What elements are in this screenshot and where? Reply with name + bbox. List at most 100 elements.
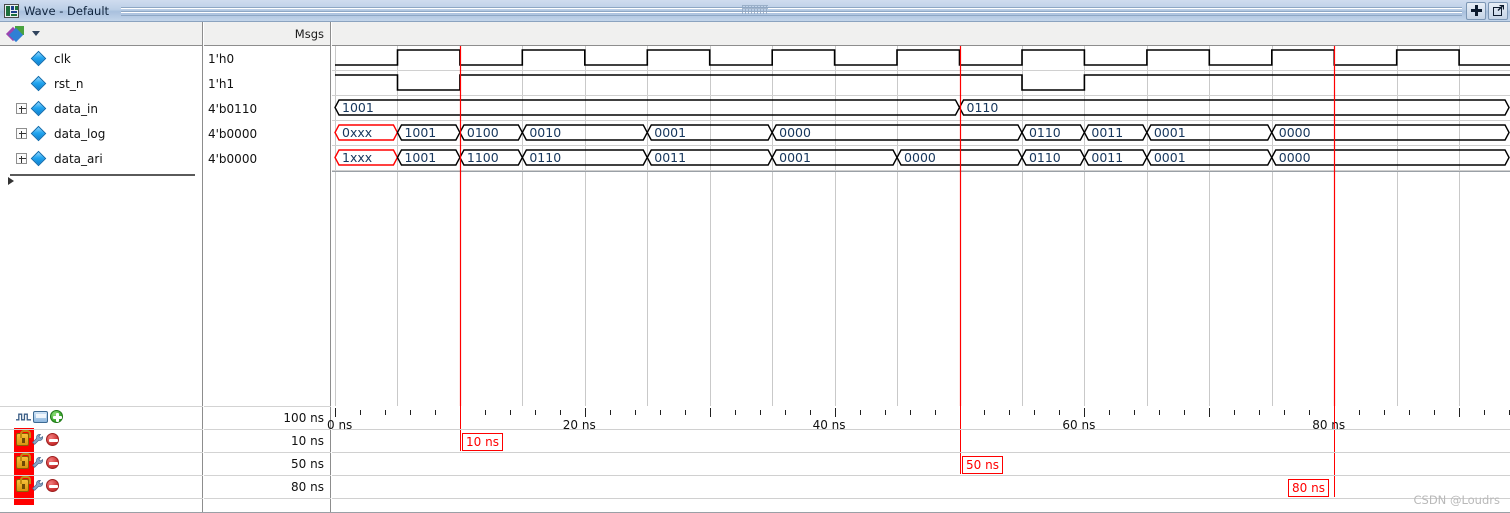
msgs-header-label: Msgs bbox=[294, 26, 324, 41]
expand-icon[interactable] bbox=[16, 153, 27, 164]
cursor-flag-3[interactable]: 80 ns bbox=[1288, 479, 1329, 497]
ruler-tick bbox=[1259, 410, 1260, 415]
signal-row-data_log[interactable]: data_log bbox=[0, 121, 203, 146]
ruler-tick bbox=[660, 410, 661, 415]
cursor-1-icons[interactable] bbox=[16, 430, 59, 446]
signal-name-label: data_log bbox=[54, 126, 106, 141]
ruler-tick bbox=[585, 408, 586, 417]
ruler-tick bbox=[1409, 410, 1410, 415]
cursor-time-now: 100 ns bbox=[283, 411, 324, 425]
ruler-tick bbox=[1434, 410, 1435, 415]
window-title: Wave - Default bbox=[24, 3, 110, 18]
signal-row-clk[interactable]: clk bbox=[0, 46, 203, 71]
names-resize-bar[interactable] bbox=[10, 174, 195, 176]
ruler-tick bbox=[1184, 410, 1185, 415]
msgs-column-header[interactable]: Msgs bbox=[204, 22, 331, 46]
value-data_ari: 4'b0000 bbox=[208, 151, 258, 166]
signal-row-data_ari[interactable]: data_ari bbox=[0, 146, 203, 171]
ruler-tick bbox=[910, 410, 911, 415]
delete-cursor-icon[interactable] bbox=[46, 456, 59, 469]
ruler-tick bbox=[860, 410, 861, 415]
svg-text:1001: 1001 bbox=[342, 100, 374, 115]
signal-row-rst_n[interactable]: rst_n bbox=[0, 71, 203, 96]
signal-diamond-icon bbox=[30, 100, 47, 117]
timeline-and-cursor-flags[interactable]: 0 ns 20 ns 40 ns 60 ns 80 ns 10 ns 50 ns 80 ns… bbox=[327, 406, 1510, 513]
svg-text:0000: 0000 bbox=[779, 125, 811, 140]
ruler-tick bbox=[610, 410, 611, 415]
now-toolbar-icons[interactable] bbox=[16, 410, 63, 423]
cursor-line-2[interactable] bbox=[960, 406, 961, 474]
ruler-tick bbox=[560, 410, 561, 415]
ruler-tick bbox=[635, 410, 636, 415]
cursor-2-icons[interactable] bbox=[16, 453, 59, 469]
svg-text:0100: 0100 bbox=[467, 125, 499, 140]
add-pane-button[interactable] bbox=[1466, 1, 1486, 20]
titlebar-drag-grip[interactable] bbox=[121, 5, 1462, 16]
ruler-tick bbox=[435, 410, 436, 415]
window-titlebar: Wave - Default bbox=[0, 0, 1510, 22]
wrench-icon[interactable] bbox=[31, 456, 44, 469]
svg-text:0011: 0011 bbox=[654, 150, 686, 165]
cursor-time-cursor-3[interactable]: 80 ns bbox=[291, 476, 324, 498]
expand-icon[interactable] bbox=[16, 128, 27, 139]
lock-icon[interactable] bbox=[16, 476, 31, 492]
svg-text:0xxx: 0xxx bbox=[342, 125, 372, 140]
ruler-tick bbox=[1159, 410, 1160, 415]
ruler-tick bbox=[1134, 410, 1135, 415]
svg-text:0000: 0000 bbox=[1279, 150, 1311, 165]
ruler-tick bbox=[335, 408, 336, 417]
signal-row-data_in[interactable]: data_in bbox=[0, 96, 203, 121]
cursor-time-cursor-2[interactable]: 50 ns bbox=[291, 453, 324, 475]
ruler-tick bbox=[535, 410, 536, 415]
cursor-flag-2[interactable]: 50 ns bbox=[962, 456, 1003, 474]
ruler-tick bbox=[410, 410, 411, 415]
waveform-canvas[interactable]: 1001 0110 0xxx 1001 0100 0010 0001 0000 0110 0011… bbox=[332, 46, 1510, 406]
objects-filter-icon[interactable] bbox=[5, 25, 40, 42]
ruler-tick bbox=[760, 410, 761, 415]
svg-text:0001: 0001 bbox=[1154, 125, 1186, 140]
cursor-3-icons[interactable] bbox=[16, 476, 59, 492]
cursor-flag-1[interactable]: 10 ns bbox=[462, 433, 503, 451]
ruler-tick bbox=[835, 408, 836, 417]
signal-diamond-icon bbox=[30, 150, 47, 167]
wrench-icon[interactable] bbox=[31, 479, 44, 492]
delete-cursor-icon[interactable] bbox=[46, 479, 59, 492]
ruler-tick bbox=[1009, 410, 1010, 415]
svg-text:0001: 0001 bbox=[779, 150, 811, 165]
ruler-tick bbox=[360, 410, 361, 415]
cursor-name-column: Now Cursor 1 Cursor 2 Cursor 3 bbox=[0, 406, 203, 513]
ruler-tick bbox=[710, 408, 711, 417]
ruler-tick bbox=[1059, 410, 1060, 415]
expand-icon[interactable] bbox=[16, 103, 27, 114]
signal-diamond-icon bbox=[30, 50, 47, 67]
add-cursor-icon[interactable] bbox=[50, 410, 63, 423]
undock-button[interactable] bbox=[1488, 1, 1508, 20]
svg-text:0011: 0011 bbox=[1091, 150, 1123, 165]
svg-text:0001: 0001 bbox=[1154, 150, 1186, 165]
screen-icon bbox=[33, 410, 48, 423]
value-clk: 1'h0 bbox=[208, 51, 235, 66]
ruler-tick bbox=[1084, 408, 1085, 417]
ruler-tick bbox=[685, 410, 686, 415]
svg-text:0001: 0001 bbox=[654, 125, 686, 140]
chevron-down-icon[interactable] bbox=[32, 31, 40, 36]
lock-icon[interactable] bbox=[16, 453, 31, 469]
svg-text:1xxx: 1xxx bbox=[342, 150, 372, 165]
names-scroll-arrow-icon[interactable] bbox=[8, 177, 14, 185]
lock-icon[interactable] bbox=[16, 430, 31, 446]
ruler-tick bbox=[785, 410, 786, 415]
delete-cursor-icon[interactable] bbox=[46, 433, 59, 446]
signal-value-list: 1'h0 1'h1 4'b0110 4'b0000 4'b0000 bbox=[204, 46, 331, 406]
wrench-icon[interactable] bbox=[31, 433, 44, 446]
ruler-tick bbox=[510, 410, 511, 415]
ruler-tick bbox=[1384, 410, 1385, 415]
watermark: CSDN @Loudrs bbox=[1413, 493, 1501, 507]
value-data_in: 4'b0110 bbox=[208, 101, 258, 116]
ruler-tick bbox=[1359, 410, 1360, 415]
ruler-tick bbox=[1484, 410, 1485, 415]
svg-text:0000: 0000 bbox=[1279, 125, 1311, 140]
wave-window: Wave - Default Msgs clk rst_n data_in da… bbox=[0, 0, 1510, 513]
svg-text:1100: 1100 bbox=[467, 150, 499, 165]
cursor-time-cursor-1[interactable]: 10 ns bbox=[291, 430, 324, 452]
ruler-tick bbox=[1234, 410, 1235, 415]
